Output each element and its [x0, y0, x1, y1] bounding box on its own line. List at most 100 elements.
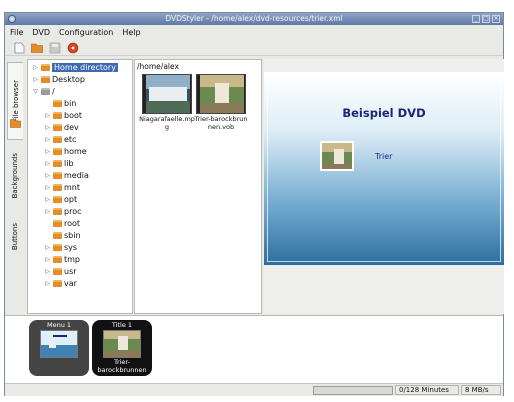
tree-item-var[interactable]: ▷ var [44, 278, 77, 289]
folder-icon [53, 172, 62, 179]
menu-button-label[interactable]: Trier [375, 152, 392, 161]
menu-button-thumbnail[interactable] [320, 141, 354, 171]
burn-button[interactable] [67, 42, 79, 54]
tree-item-boot[interactable]: ▷ boot [44, 110, 82, 121]
tree-item-tmp[interactable]: ▷ tmp [44, 254, 80, 265]
bitrate-readout: 8 MB/s [461, 385, 501, 395]
file-name-trier: Trier-barockbrunnen.vob [194, 115, 248, 131]
tree-item-sys[interactable]: ▷ sys [44, 242, 77, 253]
expand-arrow-icon[interactable]: ▷ [44, 136, 51, 143]
video-thumbnail-image [197, 75, 245, 113]
tree-item-sbin[interactable]: sbin [44, 230, 81, 241]
close-button[interactable]: × [492, 15, 500, 23]
tab-backgrounds-label: Backgrounds [11, 153, 19, 199]
menu-title-text[interactable]: Beispiel DVD [264, 106, 504, 120]
tree-item-home[interactable]: ▷ home [44, 146, 87, 157]
directory-tree: ▷ Home directory ▷ Desktop ▽ / bin ▷ boot ▷ d… [27, 59, 133, 314]
folder-icon [53, 232, 62, 239]
tab-backgrounds[interactable]: Backgrounds [7, 144, 23, 208]
title-card-label: Title 1 [111, 321, 133, 329]
menu-thumbnail-image [41, 331, 77, 357]
new-document-button[interactable] [13, 42, 25, 54]
window-title: DVDStyler - /home/alex/dvd-resources/tri… [165, 14, 343, 23]
title-thumbnail-image [104, 331, 140, 357]
tree-item-proc[interactable]: ▷ proc [44, 206, 81, 217]
tree-item-etc[interactable]: ▷ etc [44, 134, 76, 145]
file-name-niagarafaelle: Niagarafaelle.mpg [139, 115, 195, 131]
duration-readout: 0/128 Minutes [395, 385, 459, 395]
burn-disc-icon [67, 42, 79, 53]
expand-arrow-icon[interactable]: ▷ [44, 124, 51, 131]
file-list: /home/alex Niagarafaelle.mpg Trier-baroc… [134, 59, 262, 314]
title-card-filename: Trier-barockbrunnen [97, 358, 147, 374]
menu-file[interactable]: File [10, 28, 23, 37]
folder-icon [53, 112, 62, 119]
expand-arrow-icon[interactable]: ▷ [44, 280, 51, 287]
folder-icon [53, 208, 62, 215]
tree-item-root-dir[interactable]: root [44, 218, 80, 229]
save-button[interactable] [49, 42, 61, 54]
folder-icon [53, 184, 62, 191]
expand-arrow-icon[interactable]: ▷ [44, 196, 51, 203]
tree-item-root[interactable]: ▽ / [32, 86, 55, 97]
titleset-title-card[interactable]: Title 1 Trier-barockbrunnen [92, 320, 152, 376]
tree-item-opt[interactable]: ▷ opt [44, 194, 77, 205]
tree-item-usr[interactable]: ▷ usr [44, 266, 76, 277]
tree-item-media[interactable]: ▷ media [44, 170, 89, 181]
tab-buttons[interactable]: Buttons [7, 219, 23, 255]
disc-usage-progress [313, 386, 393, 395]
menu-bar: File DVD Configuration Help [5, 26, 503, 38]
tree-item-lib[interactable]: ▷ lib [44, 158, 73, 169]
file-thumbnail-trier[interactable] [196, 74, 246, 114]
menu-canvas[interactable]: Beispiel DVD Trier [264, 72, 504, 265]
folder-icon [53, 148, 62, 155]
folder-icon [53, 244, 62, 251]
expand-arrow-icon[interactable]: ▷ [44, 172, 51, 179]
folder-icon [53, 160, 62, 167]
side-tab-bar: File browser Backgrounds Buttons [5, 59, 26, 314]
application-window: DVDStyler - /home/alex/dvd-resources/tri… [4, 12, 504, 396]
folder-icon [53, 196, 62, 203]
titleset-menu-card[interactable]: Menu 1 [29, 320, 89, 376]
folder-icon [41, 64, 50, 71]
save-icon [49, 42, 61, 53]
button-image [322, 143, 352, 169]
titleset-manager: Menu 1 Title 1 Trier-barockbrunnen [5, 315, 503, 383]
expand-arrow-icon[interactable]: ▷ [44, 208, 51, 215]
video-thumbnail-image [143, 75, 191, 113]
folder-icon [53, 280, 62, 287]
title-card-thumbnail [103, 330, 141, 358]
expand-arrow-icon[interactable]: ▷ [44, 256, 51, 263]
collapse-arrow-icon[interactable]: ▽ [32, 88, 39, 95]
folder-icon [53, 268, 62, 275]
new-document-icon [14, 42, 24, 53]
tree-item-mnt[interactable]: ▷ mnt [44, 182, 80, 193]
expand-arrow-icon[interactable]: ▷ [44, 160, 51, 167]
title-bar: DVDStyler - /home/alex/dvd-resources/tri… [5, 13, 503, 25]
menu-card-label: Menu 1 [46, 321, 72, 329]
expand-arrow-icon[interactable]: ▷ [44, 268, 51, 275]
minimize-button[interactable]: _ [472, 15, 480, 23]
tree-item-bin[interactable]: bin [44, 98, 76, 109]
expand-arrow-icon[interactable]: ▷ [44, 244, 51, 251]
tree-item-home-directory[interactable]: ▷ Home directory [32, 62, 118, 73]
tree-item-dev[interactable]: ▷ dev [44, 122, 79, 133]
tab-file-browser-icon-area[interactable] [7, 116, 23, 130]
expand-arrow-icon[interactable]: ▷ [44, 148, 51, 155]
open-folder-icon [31, 43, 43, 53]
folder-icon [53, 220, 62, 227]
expand-arrow-icon[interactable]: ▷ [32, 76, 39, 83]
file-thumbnail-niagarafaelle[interactable] [142, 74, 192, 114]
maximize-button[interactable]: □ [482, 15, 490, 23]
folder-icon [53, 136, 62, 143]
menu-dvd[interactable]: DVD [32, 28, 50, 37]
expand-arrow-icon[interactable]: ▷ [44, 184, 51, 191]
open-button[interactable] [31, 42, 43, 54]
folder-icon [53, 256, 62, 263]
expand-arrow-icon[interactable]: ▷ [32, 64, 39, 71]
menu-configuration[interactable]: Configuration [59, 28, 113, 37]
menu-help[interactable]: Help [122, 28, 140, 37]
tree-item-desktop[interactable]: ▷ Desktop [32, 74, 85, 85]
expand-arrow-icon[interactable]: ▷ [44, 112, 51, 119]
current-path: /home/alex [137, 62, 179, 71]
